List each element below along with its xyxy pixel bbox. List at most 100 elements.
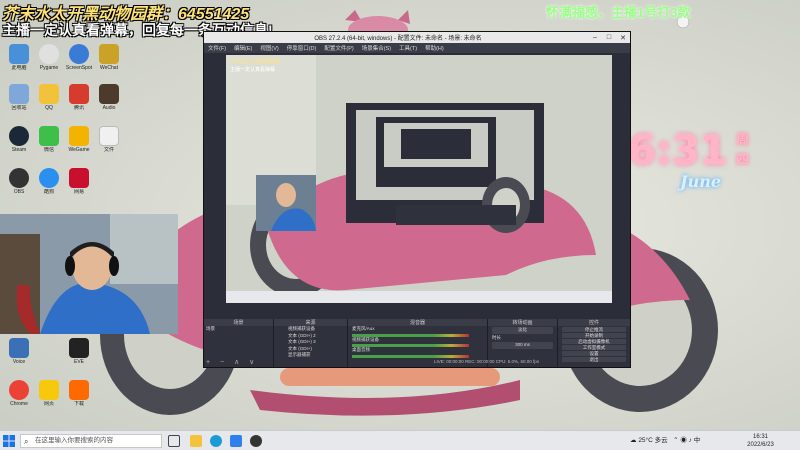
- stream-overlay-topright: 怀满福感，主播1号打3款: [546, 5, 691, 20]
- controls-dock: 控件 停止推流 开始录制 启动虚拟摄像机 工作室模式 设置 退出: [558, 319, 630, 367]
- clock-weekday: 周四: [736, 132, 750, 167]
- app-icon: [39, 44, 59, 64]
- desktop-icon[interactable]: 下载: [62, 380, 96, 407]
- menu-profile[interactable]: 配置文件(P): [324, 44, 353, 52]
- file-explorer-icon[interactable]: [190, 435, 202, 447]
- virtual-camera-button[interactable]: 启动虚拟摄像机: [562, 339, 626, 344]
- steam-icon: [9, 126, 29, 146]
- mixer-meter[interactable]: [352, 354, 469, 358]
- taskbar-date: 2022/6/23: [747, 442, 774, 448]
- desktop-icon[interactable]: Steam: [2, 126, 36, 153]
- desktop-icon[interactable]: 此电脑: [2, 44, 36, 71]
- desktop-icon[interactable]: 腾讯: [62, 84, 96, 111]
- obs-menubar: 文件(F) 编辑(E) 视图(V) 停靠窗口(D) 配置文件(P) 场景集合(S…: [204, 43, 630, 53]
- source-item[interactable]: 显示器捕获: [274, 352, 347, 359]
- edge-icon[interactable]: [210, 435, 222, 447]
- app-icon: [69, 338, 89, 358]
- windows-start-icon[interactable]: [3, 435, 15, 447]
- desktop-icon[interactable]: Audio: [92, 84, 126, 111]
- mixer-channel-label: 麦克风/Aux: [352, 326, 375, 331]
- menu-docks[interactable]: 停靠窗口(D): [287, 44, 317, 52]
- scene-controls[interactable]: + − ∧ ∨: [206, 358, 258, 366]
- desktop-icon[interactable]: EVE: [62, 338, 96, 365]
- clock-widget: 6:31 周四 June: [620, 116, 760, 196]
- webcam-feed: [0, 214, 178, 334]
- chrome-icon: [9, 380, 29, 400]
- task-view-icon[interactable]: [168, 435, 180, 447]
- svg-text:芥末水太开黑动物园群: 芥末水太开黑动物园群: [230, 58, 280, 65]
- app-icon: [69, 84, 89, 104]
- scenes-dock: 场景 场景 + − ∧ ∨: [204, 319, 274, 367]
- app-icon[interactable]: [230, 435, 242, 447]
- desktop-icon[interactable]: WeGame: [62, 126, 96, 153]
- menu-help[interactable]: 帮助(H): [425, 44, 444, 52]
- app-icon: [69, 126, 89, 146]
- transition-select[interactable]: 淡化: [492, 327, 553, 334]
- scene-item[interactable]: 场景: [204, 326, 273, 333]
- desktop-icon[interactable]: Voice: [2, 338, 36, 365]
- maximize-icon[interactable]: □: [602, 34, 616, 41]
- obs-docks: 场景 场景 + − ∧ ∨ 来源 视频捕获设备 文本 (GDI+) 2 文本 (…: [204, 319, 630, 367]
- tray-icons[interactable]: ⌃ ◉ ♪ 中: [669, 437, 700, 444]
- transition-duration-input[interactable]: 300 ms: [492, 342, 553, 349]
- obs-icon[interactable]: [250, 435, 262, 447]
- app-icon: [9, 338, 29, 358]
- mixer-channel-label: 桌面音频: [352, 347, 370, 352]
- obs-icon: [9, 168, 29, 188]
- svg-text:主播一定认真看弹幕: 主播一定认真看弹幕: [230, 66, 275, 73]
- transition-duration-label: 时长: [492, 334, 501, 340]
- menu-tools[interactable]: 工具(T): [399, 44, 417, 52]
- desktop-icon[interactable]: Chrome: [2, 380, 36, 407]
- desktop-icon[interactable]: WeChat: [92, 44, 126, 71]
- app-icon: [39, 168, 59, 188]
- obs-window-title: OBS 27.2.4 (64-bit, windows) - 配置文件: 未命名…: [314, 36, 482, 42]
- menu-view[interactable]: 视图(V): [260, 44, 278, 52]
- mixer-meter[interactable]: [352, 344, 469, 347]
- taskbar-clock[interactable]: 16:31 2022/6/23: [738, 433, 783, 449]
- search-placeholder: 在这里输入你要搜索的内容: [35, 437, 113, 444]
- desktop-icon[interactable]: 回收站: [2, 84, 36, 111]
- desktop-icon[interactable]: 酷狗: [32, 168, 66, 195]
- app-icon: [69, 168, 89, 188]
- app-icon: [39, 84, 59, 104]
- obs-preview[interactable]: 芥末水太开黑动物园群 主播一定认真看弹幕: [226, 55, 612, 303]
- weather-icon[interactable]: ☁: [630, 437, 637, 444]
- search-icon: ⌕: [24, 437, 29, 446]
- stop-streaming-button[interactable]: 停止推流: [562, 327, 626, 332]
- menu-file[interactable]: 文件(F): [208, 44, 226, 52]
- app-icon: [99, 44, 119, 64]
- obs-titlebar[interactable]: OBS 27.2.4 (64-bit, windows) - 配置文件: 未命名…: [204, 32, 630, 43]
- taskbar-tray: ☁ 25°C 多云 ⌃ ◉ ♪ 中: [630, 434, 700, 444]
- file-icon: [99, 126, 119, 146]
- close-icon[interactable]: ✕: [616, 34, 630, 42]
- desktop-icon[interactable]: ScreenSpot: [62, 44, 96, 71]
- settings-button[interactable]: 设置: [562, 351, 626, 356]
- desktop-icon[interactable]: QQ: [32, 84, 66, 111]
- mixer-meter[interactable]: [352, 333, 469, 337]
- studio-mode-button[interactable]: 工作室模式: [562, 345, 626, 350]
- desktop-icon[interactable]: Pygame: [32, 44, 66, 71]
- obs-status-bar: LIVE: 00:00:00 REC: 00:00:00 CPU: 5.0%, …: [434, 359, 540, 364]
- app-icon: [99, 84, 119, 104]
- sources-dock: 来源 视频捕获设备 文本 (GDI+) 2 文本 (GDI+) 3 文本 (GD…: [274, 319, 348, 367]
- taskbar: ⌕ 在这里输入你要搜索的内容 ☁ 25°C 多云 ⌃ ◉ ♪ 中 16:31 2…: [0, 430, 800, 450]
- clock-month: June: [680, 172, 722, 191]
- minimize-icon[interactable]: –: [588, 34, 602, 41]
- menu-edit[interactable]: 编辑(E): [234, 44, 252, 52]
- taskbar-time: 16:31: [752, 434, 768, 440]
- app-icon: [69, 380, 89, 400]
- weather-text[interactable]: 25°C 多云: [638, 437, 667, 444]
- taskbar-search-box[interactable]: ⌕ 在这里输入你要搜索的内容: [20, 434, 162, 448]
- desktop-icon[interactable]: 微信: [32, 126, 66, 153]
- menu-scene-collection[interactable]: 场景集合(S): [362, 44, 391, 52]
- desktop-icon[interactable]: OBS: [2, 168, 36, 195]
- start-recording-button[interactable]: 开始录制: [562, 333, 626, 338]
- exit-button[interactable]: 退出: [562, 357, 626, 362]
- this-pc-icon: [9, 44, 29, 64]
- desktop-icon[interactable]: 网易: [62, 168, 96, 195]
- wechat-icon: [39, 126, 59, 146]
- obs-window[interactable]: OBS 27.2.4 (64-bit, windows) - 配置文件: 未命名…: [203, 31, 631, 368]
- desktop-icon[interactable]: 网页: [32, 380, 66, 407]
- desktop-icon[interactable]: 文件: [92, 126, 126, 153]
- app-icon: [69, 44, 89, 64]
